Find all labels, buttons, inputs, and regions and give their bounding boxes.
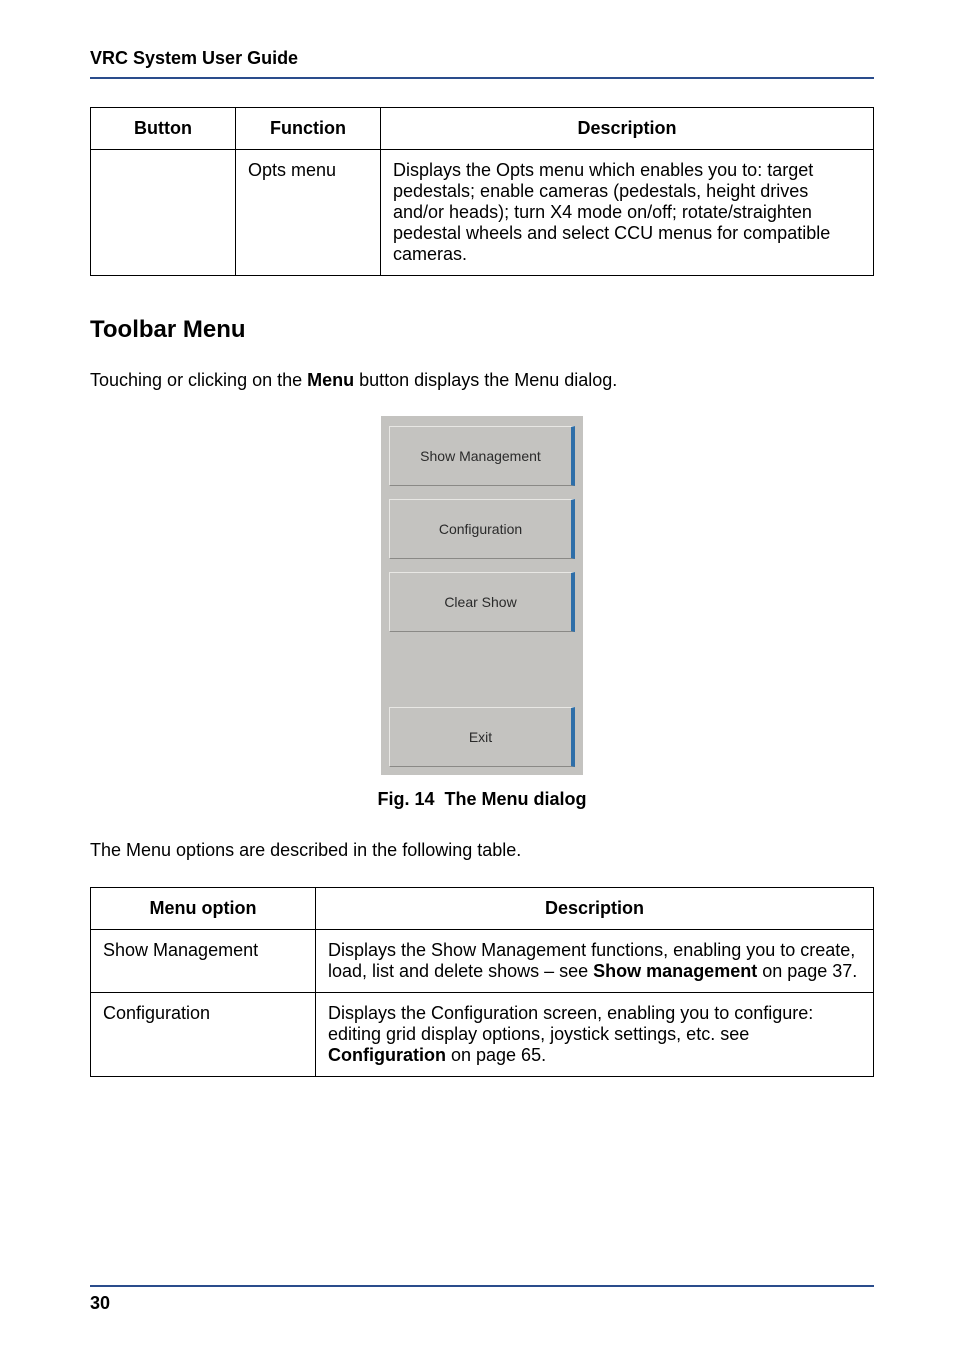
desc-bold: Show management [593,961,757,981]
th-description: Description [381,108,874,150]
dialog-spacer [389,645,575,707]
desc-bold: Configuration [328,1045,446,1065]
page-number: 30 [90,1293,110,1313]
table-row: Show Management Displays the Show Manage… [91,929,874,992]
cell-menu-description: Displays the Configuration screen, enabl… [316,992,874,1076]
cell-menu-option: Configuration [91,992,316,1076]
menu-dialog-figure: Show Management Configuration Clear Show… [90,416,874,775]
menu-dialog: Show Management Configuration Clear Show… [381,416,583,775]
intro-after: button displays the Menu dialog. [354,370,617,390]
desc-before: Displays the Configuration screen, enabl… [328,1003,813,1044]
intro-bold: Menu [307,370,354,390]
clear-show-button[interactable]: Clear Show [389,572,575,632]
page: VRC System User Guide Button Function De… [0,0,954,1352]
intro-paragraph: Touching or clicking on the Menu button … [90,368,874,392]
cell-description: Displays the Opts menu which enables you… [381,150,874,276]
opts-table: Button Function Description Opts menu Di… [90,107,874,276]
table-row: Configuration Displays the Configuration… [91,992,874,1076]
section-title: Toolbar Menu [90,316,874,344]
running-header: VRC System User Guide [90,48,874,79]
cell-button [91,150,236,276]
desc-after: on page 65. [446,1045,546,1065]
show-management-button[interactable]: Show Management [389,426,575,486]
configuration-button[interactable]: Configuration [389,499,575,559]
cell-menu-option: Show Management [91,929,316,992]
intro-before: Touching or clicking on the [90,370,307,390]
table-row: Opts menu Displays the Opts menu which e… [91,150,874,276]
page-footer: 30 [90,1285,874,1314]
figure-caption: Fig. 14 The Menu dialog [90,789,874,810]
figcap-prefix: Fig. 14 [377,789,434,809]
cell-function: Opts menu [236,150,381,276]
th-function: Function [236,108,381,150]
figcap-text: The Menu dialog [445,789,587,809]
menu-table-intro: The Menu options are described in the fo… [90,838,874,862]
exit-button[interactable]: Exit [389,707,575,767]
th-button: Button [91,108,236,150]
th-menu-option: Menu option [91,887,316,929]
cell-menu-description: Displays the Show Management functions, … [316,929,874,992]
th-menu-description: Description [316,887,874,929]
desc-after: on page 37. [757,961,857,981]
menu-options-table: Menu option Description Show Management … [90,887,874,1077]
